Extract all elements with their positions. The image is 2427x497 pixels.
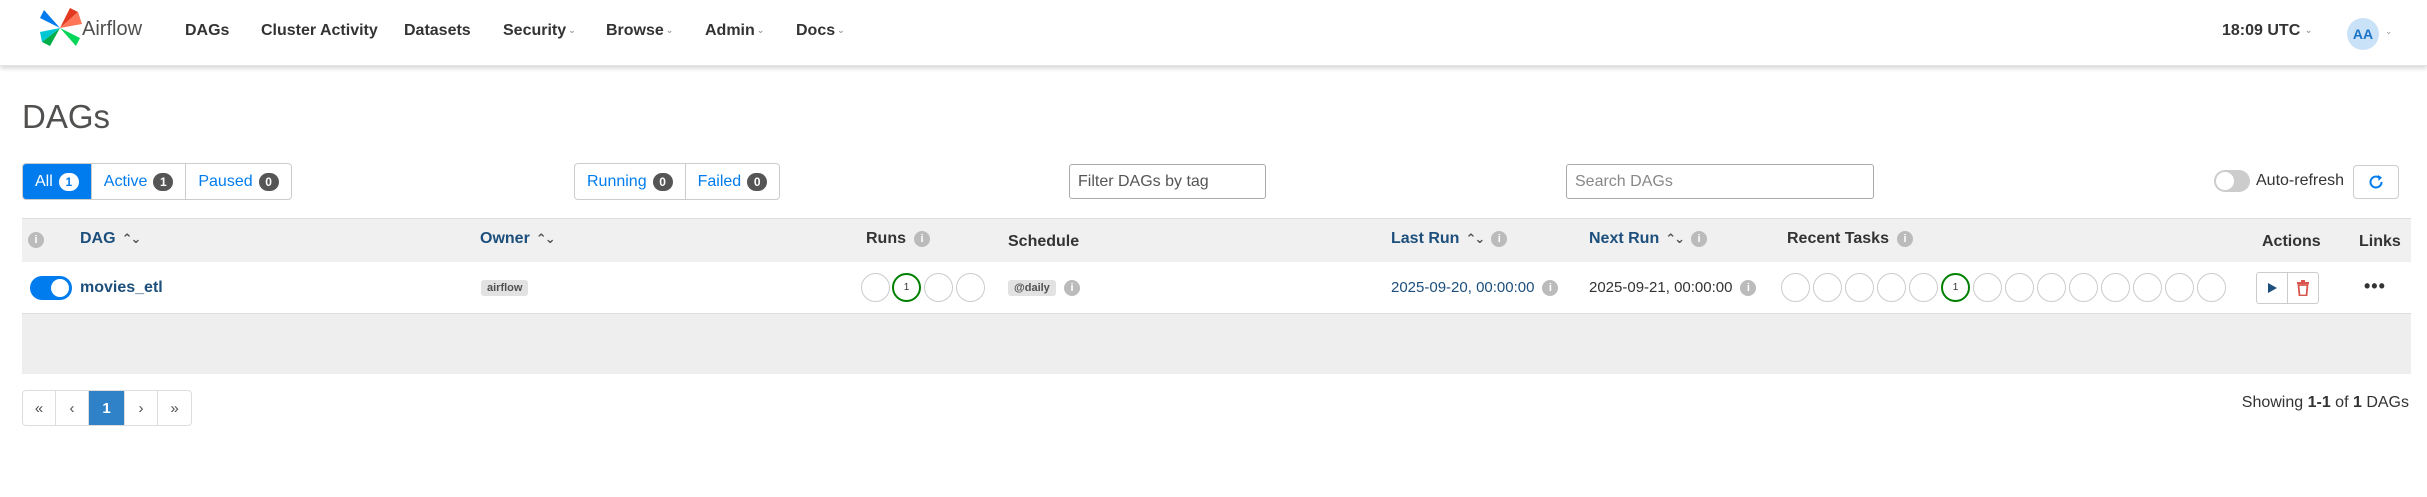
owner-tag[interactable]: airflow <box>481 280 529 296</box>
search-dags-input[interactable] <box>1566 164 1874 199</box>
task-state-circle[interactable] <box>2165 273 2194 302</box>
count-badge: 1 <box>58 172 79 191</box>
column-header-next-run[interactable]: Next Run ⌃⌄ i <box>1589 230 1708 248</box>
page-title: DAGs <box>22 98 111 135</box>
nav-datasets[interactable]: Datasets <box>404 22 471 40</box>
sort-icon: ⌃⌄ <box>1665 231 1685 246</box>
showing-count-text: Showing 1-1 of 1 DAGs <box>2241 394 2409 411</box>
nav-cluster-activity[interactable]: Cluster Activity <box>261 22 378 40</box>
task-state-circle[interactable] <box>2005 273 2034 302</box>
nav-security[interactable]: Security ⌄ <box>503 22 576 40</box>
info-icon[interactable]: i <box>1691 230 1708 247</box>
chevron-down-icon: ⌄ <box>665 25 674 36</box>
info-icon[interactable]: i <box>1896 230 1913 247</box>
user-avatar[interactable]: AA <box>2347 18 2379 50</box>
chevron-down-icon: ⌄ <box>756 25 765 36</box>
last-page-button[interactable]: » <box>158 391 191 425</box>
auto-refresh-label: Auto-refresh <box>2256 172 2345 189</box>
info-icon[interactable]: i <box>1491 230 1508 247</box>
run-state-circle-success[interactable]: 1 <box>892 273 921 302</box>
dag-id-link[interactable]: movies_etl <box>80 279 163 297</box>
last-run-link[interactable]: 2025-09-20, 00:00:00 i <box>1391 279 1559 297</box>
count-badge: 0 <box>258 172 279 191</box>
table-header <box>22 218 2411 262</box>
filter-failed-button[interactable]: Failed 0 <box>686 164 780 199</box>
nav-docs[interactable]: Docs ⌄ <box>796 22 845 40</box>
top-navbar: Airflow DAGs Cluster Activity Datasets S… <box>0 0 2427 66</box>
sort-icon: ⌃⌄ <box>121 231 142 246</box>
more-icon[interactable]: ••• <box>2364 276 2386 297</box>
task-state-circle[interactable] <box>1909 273 1938 302</box>
prev-page-button[interactable]: ‹ <box>56 391 89 425</box>
status-filter-group: All 1 Active 1 Paused 0 <box>22 163 292 200</box>
nav-dags[interactable]: DAGs <box>185 22 229 40</box>
filter-paused-button[interactable]: Paused 0 <box>186 164 290 199</box>
task-state-circle[interactable] <box>2037 273 2066 302</box>
brand-name[interactable]: Airflow <box>82 18 142 41</box>
utc-clock[interactable]: 18:09 UTC ⌄ <box>2222 22 2312 40</box>
column-header-recent-tasks: Recent Tasks i <box>1787 230 1913 248</box>
task-state-circle[interactable] <box>2133 273 2162 302</box>
task-state-circle[interactable] <box>1845 273 1874 302</box>
task-state-circle[interactable] <box>1877 273 1906 302</box>
task-state-circle[interactable] <box>2069 273 2098 302</box>
count-badge: 0 <box>652 172 673 191</box>
chevron-down-icon[interactable]: ⌄ <box>2385 26 2393 37</box>
task-state-circle[interactable] <box>1781 273 1810 302</box>
column-header-owner[interactable]: Owner ⌃⌄ <box>480 230 556 248</box>
first-page-button[interactable]: « <box>23 391 56 425</box>
run-state-circle[interactable] <box>924 273 953 302</box>
count-badge: 0 <box>747 172 768 191</box>
tag-filter-input[interactable] <box>1069 164 1266 199</box>
refresh-icon <box>2369 175 2383 189</box>
delete-dag-button[interactable] <box>2287 272 2319 304</box>
chevron-down-icon: ⌄ <box>2302 25 2313 36</box>
task-state-circle-success[interactable]: 1 <box>1941 273 1970 302</box>
column-header-schedule: Schedule <box>1008 233 1080 250</box>
info-icon[interactable]: i <box>1542 280 1559 297</box>
column-header-actions: Actions <box>2262 233 2321 250</box>
task-state-circle[interactable] <box>1973 273 2002 302</box>
next-run-text: 2025-09-21, 00:00:00 i <box>1589 279 1757 297</box>
chevron-down-icon: ⌄ <box>568 25 576 36</box>
sort-icon: ⌃⌄ <box>535 231 556 246</box>
trash-icon <box>2297 280 2309 296</box>
info-icon[interactable]: i <box>1064 280 1080 296</box>
run-state-circle[interactable] <box>956 273 985 302</box>
nav-browse[interactable]: Browse ⌄ <box>606 22 673 40</box>
current-page-button[interactable]: 1 <box>89 391 125 425</box>
filter-all-button[interactable]: All 1 <box>23 164 92 199</box>
auto-refresh-toggle[interactable] <box>2214 170 2250 192</box>
next-page-button[interactable]: › <box>125 391 158 425</box>
info-icon[interactable]: i <box>1740 280 1757 297</box>
task-state-circle[interactable] <box>2197 273 2226 302</box>
play-icon <box>2268 283 2277 293</box>
schedule-tag[interactable]: @daily <box>1008 280 1056 296</box>
count-badge: 1 <box>153 172 174 191</box>
column-header-links: Links <box>2359 233 2401 250</box>
sort-icon: ⌃⌄ <box>1465 231 1485 246</box>
airflow-logo-icon[interactable] <box>36 6 84 50</box>
column-header-dag[interactable]: DAG ⌃⌄ <box>80 230 142 248</box>
pagination: « ‹ 1 › » <box>22 390 192 426</box>
run-state-filter-group: Running 0 Failed 0 <box>574 163 781 200</box>
column-header-runs: Runs i <box>866 230 930 248</box>
info-icon[interactable]: i <box>914 230 930 247</box>
nav-admin[interactable]: Admin ⌄ <box>705 22 764 40</box>
column-header-last-run[interactable]: Last Run ⌃⌄ i <box>1391 230 1508 248</box>
filter-running-button[interactable]: Running 0 <box>575 164 686 199</box>
refresh-button[interactable] <box>2353 165 2399 199</box>
task-state-circle[interactable] <box>2101 273 2130 302</box>
run-state-circle[interactable] <box>861 273 890 302</box>
dag-pause-toggle[interactable] <box>30 276 72 300</box>
info-icon[interactable]: i <box>28 232 44 248</box>
chevron-down-icon: ⌄ <box>837 25 845 36</box>
table-empty-area <box>22 314 2411 374</box>
trigger-dag-button[interactable] <box>2256 272 2288 304</box>
filter-active-button[interactable]: Active 1 <box>92 164 187 199</box>
task-state-circle[interactable] <box>1813 273 1842 302</box>
